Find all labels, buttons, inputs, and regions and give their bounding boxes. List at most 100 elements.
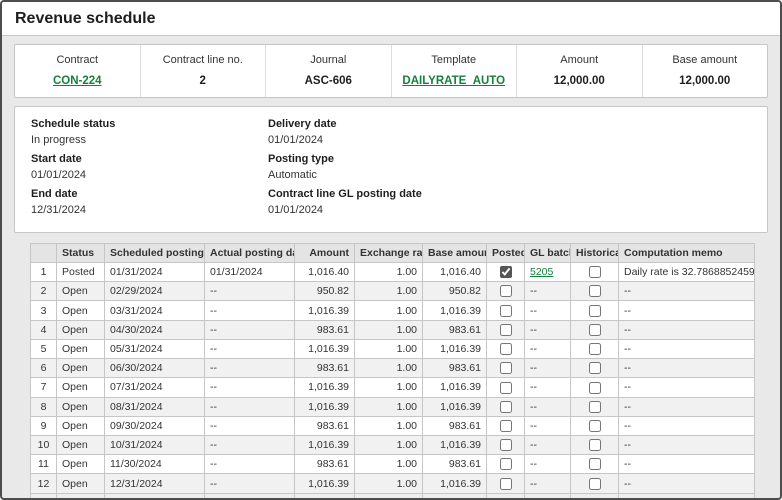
historical-cell	[571, 474, 619, 493]
schedule-table: Status Scheduled posting date Actual pos…	[30, 243, 755, 500]
exchange-rate-header: Exchange rate	[355, 244, 423, 263]
historical-checkbox[interactable]	[589, 305, 601, 317]
total-row: Total12,000.0012,000.00	[31, 493, 755, 500]
total-label: Total	[57, 493, 105, 500]
scheduled-posting-date-cell: 01/31/2024	[105, 263, 205, 282]
scheduled-posting-date-cell: 04/30/2024	[105, 320, 205, 339]
posting-type-field: Posting type Automatic	[268, 153, 751, 181]
status-cell: Open	[57, 416, 105, 435]
actual-posting-date-cell: --	[205, 397, 295, 416]
table-header-row: Status Scheduled posting date Actual pos…	[31, 244, 755, 263]
historical-checkbox[interactable]	[589, 439, 601, 451]
details-right-column: Delivery date 01/01/2024 Posting type Au…	[268, 118, 751, 223]
posted-checkbox[interactable]	[500, 439, 512, 451]
total-posted-empty	[487, 493, 525, 500]
historical-header: Historical	[571, 244, 619, 263]
posted-cell	[487, 378, 525, 397]
table-row: 11Open11/30/2024--983.611.00983.61----	[31, 455, 755, 474]
schedule-status-field: Schedule status In progress	[31, 118, 268, 146]
posted-cell	[487, 455, 525, 474]
posted-checkbox[interactable]	[500, 285, 512, 297]
gl-batch-cell: --	[525, 397, 571, 416]
base-amount-label: Base amount	[647, 54, 764, 66]
start-date-label: Start date	[31, 153, 268, 165]
total-gl-empty	[525, 493, 571, 500]
historical-checkbox[interactable]	[589, 458, 601, 470]
summary-base-amount: Base amount 12,000.00	[642, 45, 768, 97]
template-link[interactable]: DAILYRATE_AUTO	[402, 75, 505, 87]
end-date-value: 12/31/2024	[31, 204, 268, 216]
base-amount-cell: 983.61	[423, 320, 487, 339]
historical-checkbox[interactable]	[589, 362, 601, 374]
amount-cell: 983.61	[295, 416, 355, 435]
base-amount-cell: 950.82	[423, 282, 487, 301]
gl-batch-link[interactable]: 5205	[530, 266, 553, 278]
scheduled-posting-date-cell: 11/30/2024	[105, 455, 205, 474]
status-cell: Open	[57, 359, 105, 378]
total-base-amount: 12,000.00	[423, 493, 487, 500]
historical-checkbox[interactable]	[589, 382, 601, 394]
page-header: Revenue schedule	[2, 2, 780, 36]
computation-memo-cell: --	[619, 474, 755, 493]
scheduled-posting-date-cell: 10/31/2024	[105, 435, 205, 454]
posted-cell	[487, 397, 525, 416]
historical-checkbox[interactable]	[589, 343, 601, 355]
actual-posting-date-cell: --	[205, 416, 295, 435]
amount-cell: 983.61	[295, 359, 355, 378]
posted-checkbox[interactable]	[500, 324, 512, 336]
start-date-field: Start date 01/01/2024	[31, 153, 268, 181]
posted-checkbox[interactable]	[500, 382, 512, 394]
historical-checkbox[interactable]	[589, 324, 601, 336]
total-historical-empty	[571, 493, 619, 500]
table-row: 1Posted01/31/202401/31/20241,016.401.001…	[31, 263, 755, 282]
posted-checkbox[interactable]	[500, 458, 512, 470]
contract-line-label: Contract line no.	[145, 54, 262, 66]
historical-checkbox[interactable]	[589, 478, 601, 490]
historical-checkbox[interactable]	[589, 401, 601, 413]
historical-cell	[571, 378, 619, 397]
revenue-schedule-page: Revenue schedule Contract CON-224 Contra…	[0, 0, 782, 500]
end-date-label: End date	[31, 188, 268, 200]
table-row: 12Open12/31/2024--1,016.391.001,016.39--…	[31, 474, 755, 493]
exchange-rate-cell: 1.00	[355, 339, 423, 358]
base-amount-cell: 983.61	[423, 359, 487, 378]
base-amount-cell: 983.61	[423, 416, 487, 435]
summary-contract-line: Contract line no. 2	[140, 45, 266, 97]
scheduled-posting-date-cell: 08/31/2024	[105, 397, 205, 416]
historical-checkbox[interactable]	[589, 420, 601, 432]
posted-cell	[487, 435, 525, 454]
row-number: 1	[31, 263, 57, 282]
posted-checkbox[interactable]	[500, 266, 512, 278]
gl-batch-cell: --	[525, 301, 571, 320]
posted-cell	[487, 416, 525, 435]
end-date-field: End date 12/31/2024	[31, 188, 268, 216]
amount-cell: 1,016.39	[295, 339, 355, 358]
scheduled-posting-date-cell: 06/30/2024	[105, 359, 205, 378]
posted-checkbox[interactable]	[500, 401, 512, 413]
actual-posting-date-cell: --	[205, 282, 295, 301]
summary-journal: Journal ASC-606	[265, 45, 391, 97]
page-title: Revenue schedule	[15, 10, 156, 27]
posted-checkbox[interactable]	[500, 420, 512, 432]
posted-checkbox[interactable]	[500, 362, 512, 374]
exchange-rate-cell: 1.00	[355, 378, 423, 397]
posted-checkbox[interactable]	[500, 305, 512, 317]
historical-checkbox[interactable]	[589, 285, 601, 297]
posted-checkbox[interactable]	[500, 343, 512, 355]
status-cell: Open	[57, 320, 105, 339]
start-date-value: 01/01/2024	[31, 169, 268, 181]
journal-value: ASC-606	[270, 75, 387, 87]
gl-batch-cell: --	[525, 435, 571, 454]
contract-link[interactable]: CON-224	[53, 75, 102, 87]
gl-batch-cell: --	[525, 339, 571, 358]
amount-cell: 983.61	[295, 320, 355, 339]
gl-batch-cell: --	[525, 474, 571, 493]
summary-amount: Amount 12,000.00	[516, 45, 642, 97]
exchange-rate-cell: 1.00	[355, 301, 423, 320]
historical-checkbox[interactable]	[589, 266, 601, 278]
row-number: 11	[31, 455, 57, 474]
total-actual-empty	[205, 493, 295, 500]
gl-batch-cell: --	[525, 416, 571, 435]
computation-memo-cell: --	[619, 416, 755, 435]
posted-checkbox[interactable]	[500, 478, 512, 490]
